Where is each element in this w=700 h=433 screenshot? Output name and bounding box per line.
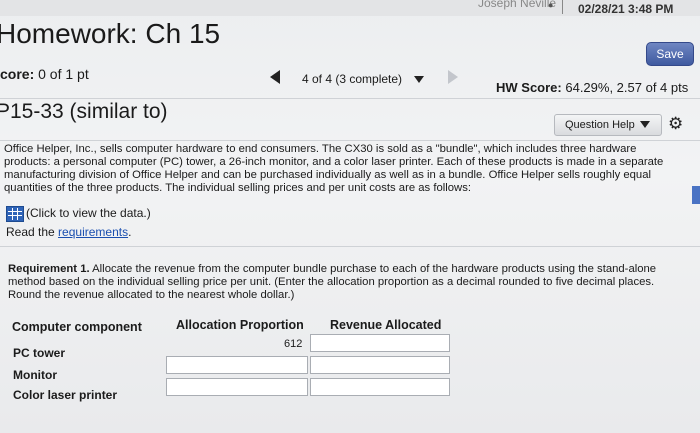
data-table-icon[interactable] — [6, 206, 24, 222]
row-monitor: Monitor — [13, 368, 57, 382]
monitor-revenue-input[interactable] — [310, 356, 450, 374]
printer-proportion-input[interactable] — [166, 378, 308, 396]
requirement-text: Requirement 1. Allocate the revenue from… — [8, 263, 678, 302]
hw-score: HW Score: 64.29%, 2.57 of 4 pts — [496, 80, 688, 95]
right-arrow-icon[interactable] — [448, 70, 458, 84]
pc-proportion-value[interactable]: 612 — [284, 338, 302, 350]
gear-icon[interactable]: ⚙ — [668, 114, 683, 134]
help-caret-icon[interactable] — [640, 121, 650, 128]
question-score: core: 0 of 1 pt — [0, 66, 89, 82]
header-revenue: Revenue Allocated — [330, 318, 442, 332]
question-progress[interactable]: 4 of 4 (3 complete) — [302, 72, 402, 86]
monitor-proportion-input[interactable] — [166, 356, 308, 374]
separator — [562, 0, 563, 14]
read-prefix: Read the — [6, 225, 55, 239]
requirement-label: Requirement 1. — [8, 263, 90, 275]
user-icon: ● — [548, 0, 554, 10]
divider — [0, 140, 700, 141]
header-allocation: Allocation Proportion — [176, 318, 304, 332]
hw-score-value: 64.29%, 2.57 of 4 pts — [565, 80, 689, 95]
caret-down-icon[interactable] — [414, 76, 424, 83]
datetime: 02/28/21 3:48 PM — [578, 2, 674, 16]
problem-text: Office Helper, Inc., sells computer hard… — [4, 143, 664, 194]
save-button[interactable]: Save — [646, 42, 694, 66]
read-suffix: . — [128, 225, 132, 239]
divider — [0, 98, 700, 99]
score-value: 0 of 1 pt — [38, 66, 89, 82]
side-tab[interactable] — [692, 186, 700, 204]
divider — [0, 246, 700, 247]
hw-score-label: HW Score: — [496, 80, 562, 95]
row-printer: Color laser printer — [13, 388, 118, 402]
requirements-link[interactable]: requirements — [58, 225, 128, 239]
problem-id: P15-33 (similar to) — [0, 100, 168, 123]
row-pc-tower: PC tower — [13, 346, 66, 360]
page-title: Homework: Ch 15 — [0, 18, 221, 49]
read-requirements: Read the requirements. — [6, 225, 131, 239]
score-label: core: — [0, 66, 35, 82]
view-data-link[interactable]: (Click to view the data.) — [26, 206, 151, 220]
requirement-body: Allocate the revenue from the computer b… — [8, 263, 657, 301]
printer-revenue-input[interactable] — [310, 378, 450, 396]
header-component: Computer component — [12, 320, 142, 334]
pc-revenue-input[interactable] — [310, 334, 450, 352]
left-arrow-icon[interactable] — [270, 70, 280, 84]
user-name: Joseph Neville — [478, 0, 557, 10]
